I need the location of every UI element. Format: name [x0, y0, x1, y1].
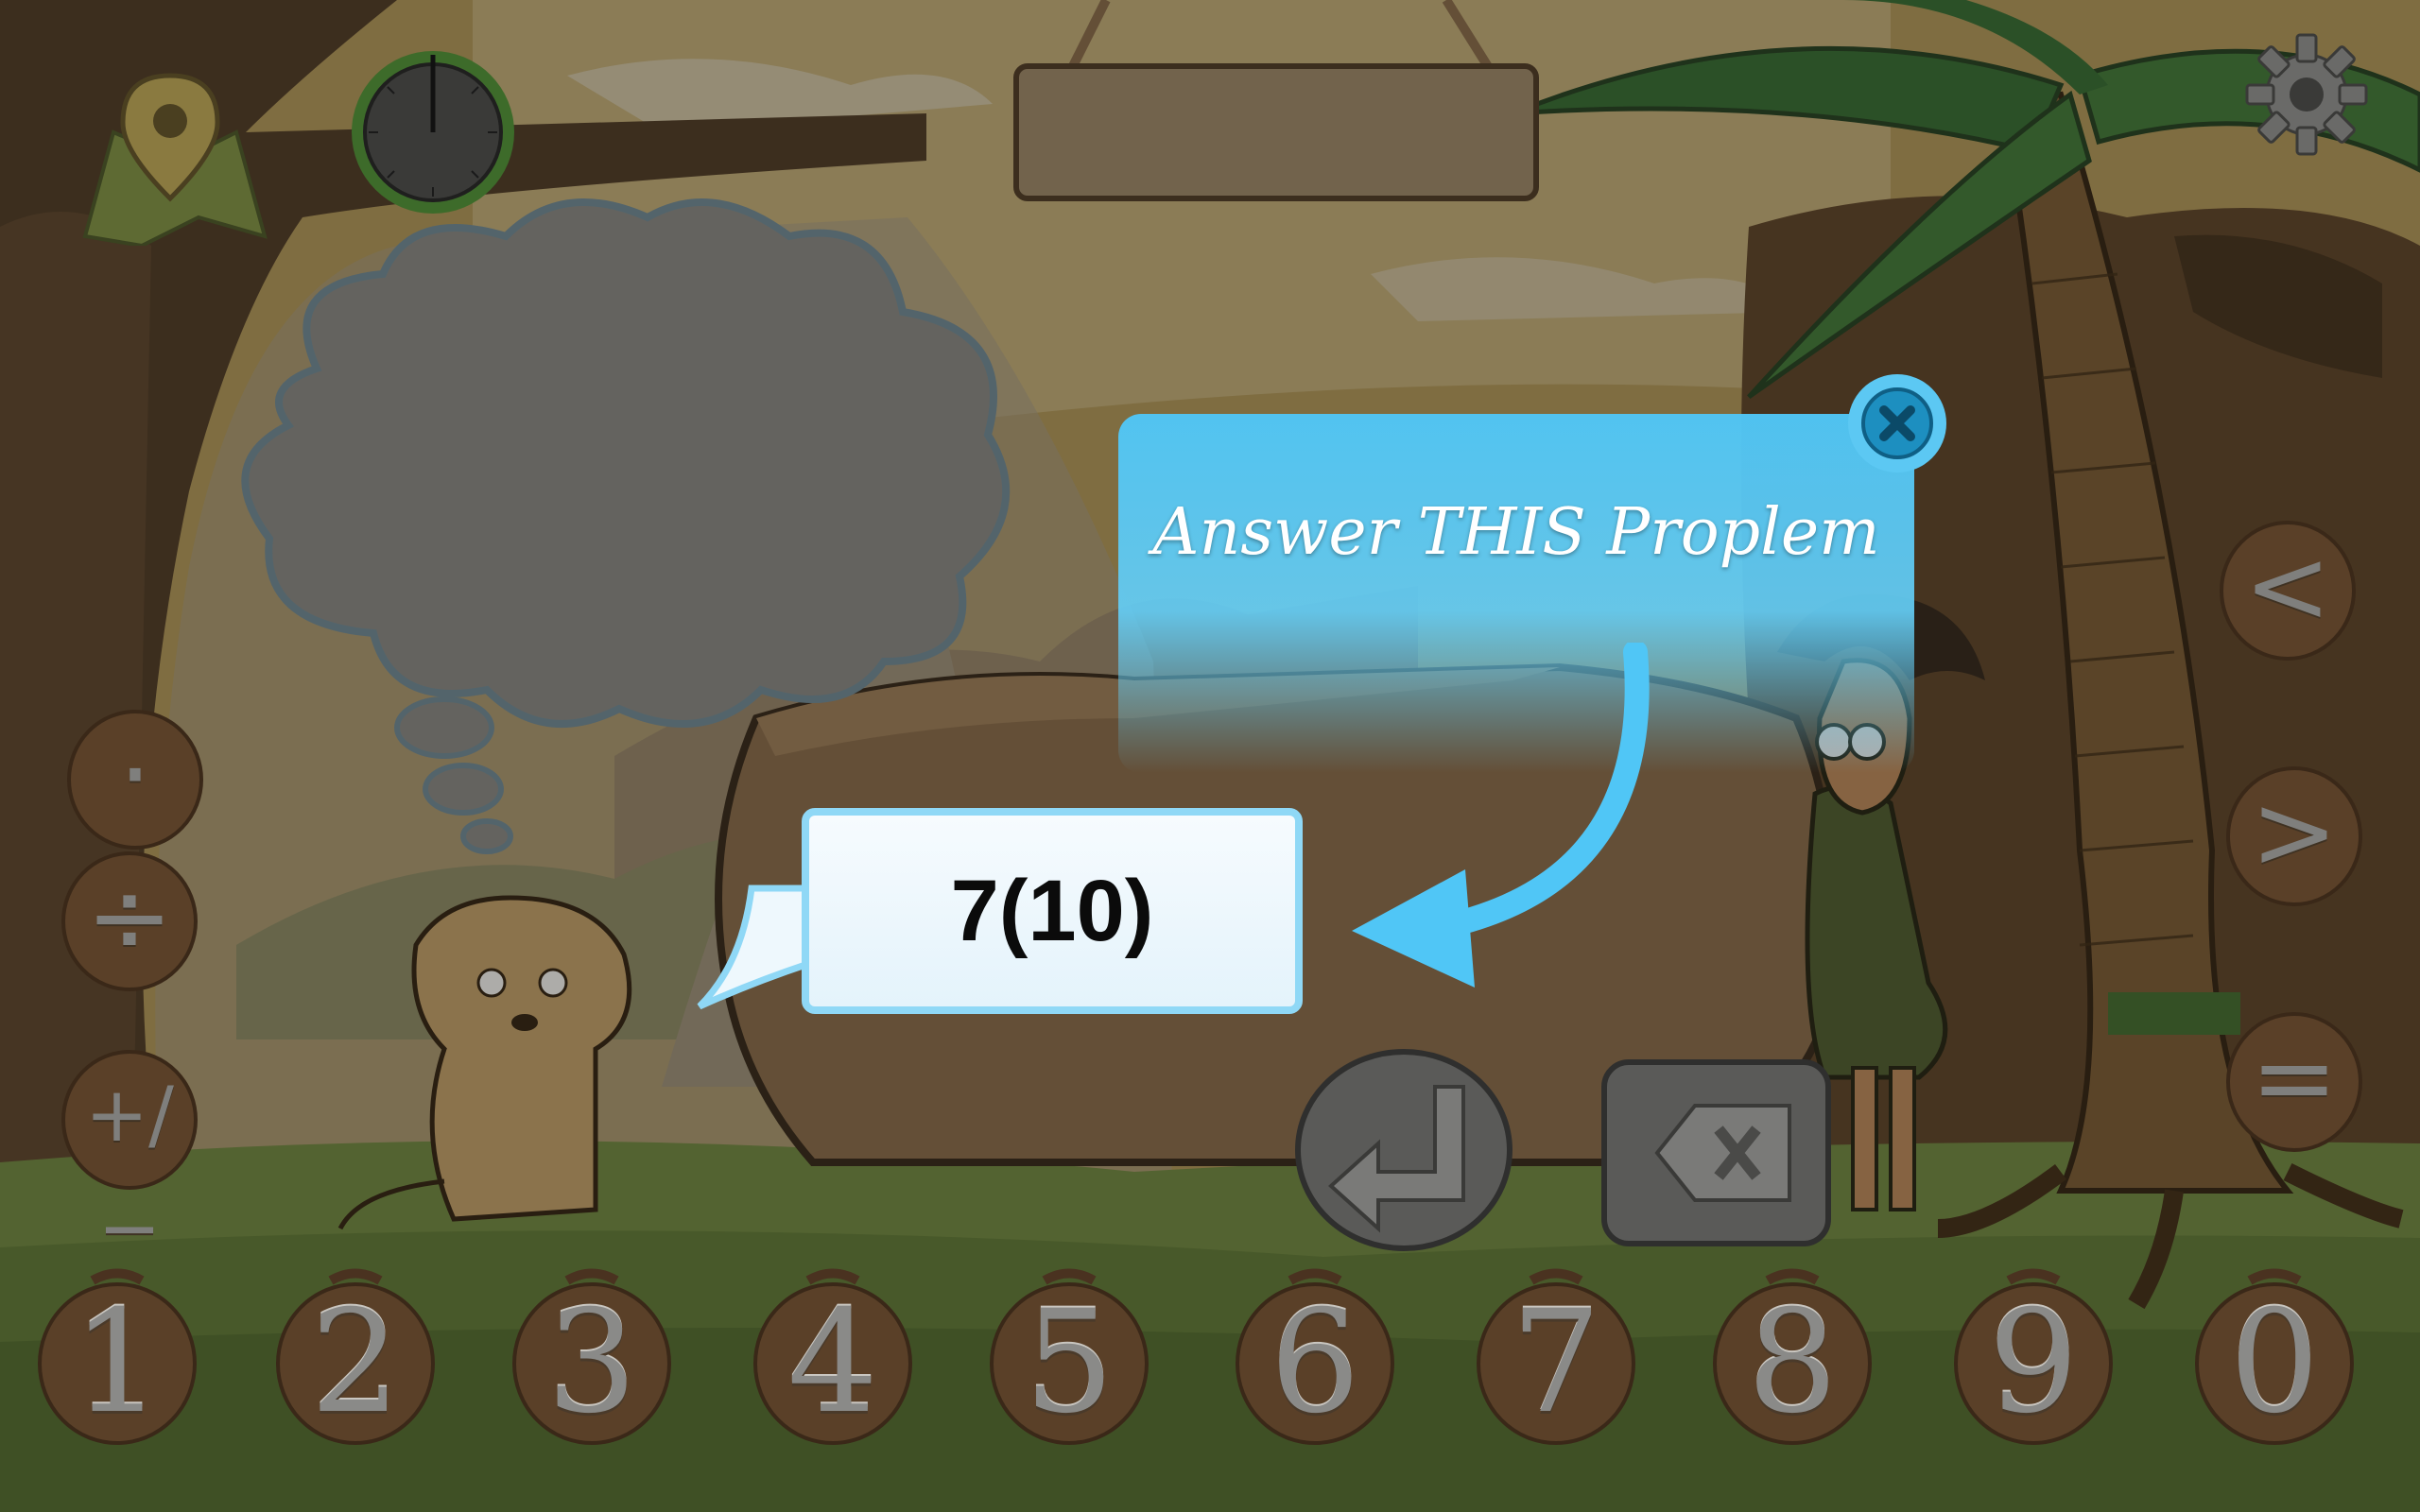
number-5-label: 5 — [1024, 1280, 1115, 1445]
enter-button[interactable] — [1293, 1049, 1515, 1252]
number-1-button[interactable]: 1 — [36, 1262, 199, 1447]
pointer-arrow — [1352, 643, 1650, 988]
divide-label: ÷ — [85, 856, 174, 977]
number-9-button[interactable]: 9 — [1952, 1262, 2115, 1447]
plus-minus-button[interactable]: +/− — [59, 1030, 200, 1272]
problem-expression: 7(10) — [950, 862, 1154, 959]
number-7-button[interactable]: 7 — [1475, 1262, 1637, 1447]
map-pin-icon — [82, 73, 268, 249]
number-4-button[interactable]: 4 — [752, 1262, 914, 1447]
less-than-label: < — [2243, 525, 2332, 646]
number-6-button[interactable]: 6 — [1234, 1262, 1396, 1447]
number-5-button[interactable]: 5 — [988, 1262, 1150, 1447]
greater-than-label: > — [2250, 771, 2339, 892]
hint-tooltip-title: Answer THIS Proplem — [1152, 495, 1880, 570]
problem-speech-bubble: 7(10) — [802, 808, 1303, 1014]
number-3-label: 3 — [546, 1280, 637, 1445]
enter-arrow-icon — [1295, 1049, 1512, 1251]
divide-button[interactable]: ÷ — [59, 832, 200, 992]
settings-button[interactable] — [2245, 33, 2368, 156]
greater-than-button[interactable]: > — [2223, 747, 2365, 907]
close-tooltip-button[interactable] — [1848, 374, 1946, 472]
backspace-button[interactable] — [1600, 1058, 1832, 1247]
number-2-button[interactable]: 2 — [274, 1262, 437, 1447]
thought-bubble — [241, 198, 1011, 854]
backspace-icon — [1601, 1059, 1831, 1246]
plus-minus-label: +/− — [85, 1071, 174, 1272]
number-3-button[interactable]: 3 — [510, 1262, 673, 1447]
gear-icon — [2245, 33, 2368, 156]
number-4-label: 4 — [787, 1280, 878, 1445]
decimal-point-label: · — [118, 714, 152, 835]
equals-label: = — [2250, 1017, 2339, 1138]
number-6-label: 6 — [1270, 1280, 1360, 1445]
decimal-point-button[interactable]: · — [64, 690, 206, 850]
number-2-label: 2 — [310, 1280, 401, 1445]
number-0-button[interactable]: 0 — [2193, 1262, 2356, 1447]
number-8-button[interactable]: 8 — [1711, 1262, 1874, 1447]
number-8-label: 8 — [1747, 1280, 1838, 1445]
number-0-label: 0 — [2229, 1280, 2320, 1445]
number-9-label: 9 — [1988, 1280, 2079, 1445]
equals-button[interactable]: = — [2223, 992, 2365, 1153]
stopwatch-icon — [348, 47, 518, 217]
map-button[interactable] — [76, 66, 274, 249]
number-1-label: 1 — [72, 1280, 163, 1445]
number-7-label: 7 — [1511, 1280, 1601, 1445]
close-icon — [1861, 387, 1933, 459]
less-than-button[interactable]: < — [2217, 501, 2359, 662]
speech-bubble-tail — [697, 885, 812, 1010]
